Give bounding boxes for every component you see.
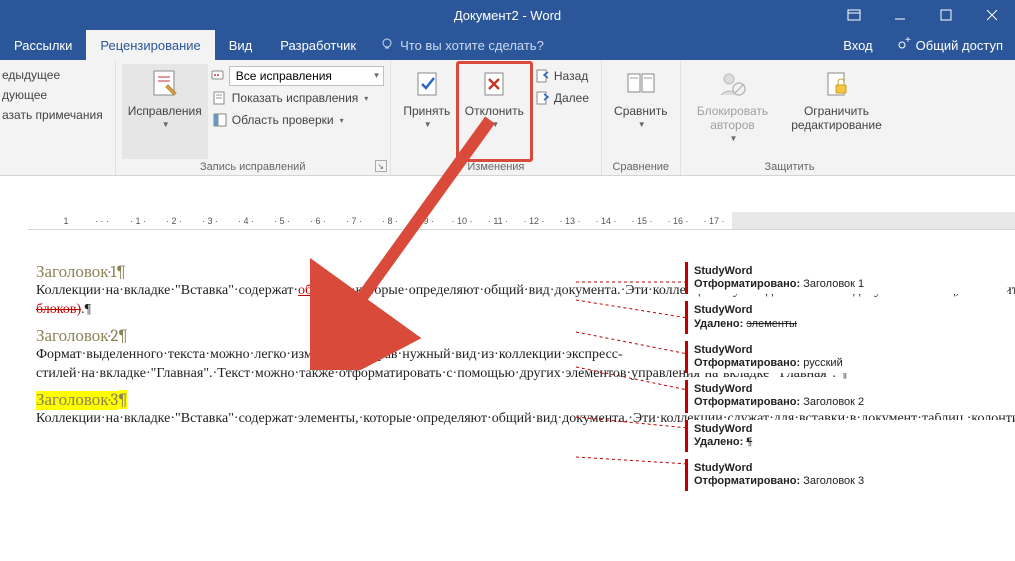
revision-item[interactable]: StudyWordОтформатировано: Заголовок 2 xyxy=(685,380,1007,412)
previous-comment[interactable]: едыдущее xyxy=(0,66,109,84)
window-controls xyxy=(831,0,1015,30)
bulb-icon xyxy=(380,37,394,54)
change-forward[interactable]: Далее xyxy=(532,88,595,108)
track-changes-button[interactable]: Исправления ▼ xyxy=(122,64,208,159)
title-bar: Документ2 - Word xyxy=(0,0,1015,30)
reject-icon xyxy=(476,66,512,102)
ribbon-tabs: Рассылки Рецензирование Вид Разработчик … xyxy=(0,30,1015,60)
tab-developer[interactable]: Разработчик xyxy=(266,30,370,60)
revision-item[interactable]: StudyWordОтформатировано: русский xyxy=(685,341,1007,373)
revision-item[interactable]: StudyWordОтформатировано: Заголовок 1 xyxy=(685,262,1007,294)
markup-icon xyxy=(212,90,228,106)
chevron-down-icon: ▼ xyxy=(638,120,646,129)
maximize-icon[interactable] xyxy=(923,0,969,30)
chevron-down-icon: ▼ xyxy=(424,120,432,129)
window-title: Документ2 - Word xyxy=(454,8,561,23)
compare-button[interactable]: Сравнить ▼ xyxy=(608,64,673,159)
next-comment[interactable]: дующее xyxy=(0,86,109,104)
document-page[interactable]: Заголовок·1¶ Коллекции·на·вкладке·"Встав… xyxy=(28,232,576,561)
chevron-down-icon: ▼ xyxy=(491,120,499,129)
block-authors-icon xyxy=(715,66,751,102)
revision-item[interactable]: StudyWordУдалено: элементы xyxy=(685,301,1007,333)
reviewing-pane[interactable]: Область проверки ▾ xyxy=(210,110,384,130)
group-tracking: Исправления ▼ Все исправления Показать и… xyxy=(116,60,391,175)
chevron-down-icon: ▼ xyxy=(162,120,170,129)
ribbon-body: едыдущее дующее азать примечания Исправл… xyxy=(0,60,1015,176)
tab-links[interactable]: Рассылки xyxy=(0,30,86,60)
ribbon-display-icon[interactable] xyxy=(831,0,877,30)
track-changes-icon xyxy=(147,66,183,102)
chevron-down-icon: ▾ xyxy=(364,94,368,103)
sign-in[interactable]: Вход xyxy=(831,30,884,60)
tab-view[interactable]: Вид xyxy=(215,30,267,60)
block-authors-button: Блокировать авторов ▼ xyxy=(687,64,779,159)
ruler-area: 1· · ·· 1 ·· 2 ·· 3 ·· 4 ·· 5 ·· 6 ·· 7 … xyxy=(0,176,1015,230)
horizontal-ruler[interactable]: 1· · ·· 1 ·· 2 ·· 3 ·· 4 ·· 5 ·· 6 ·· 7 … xyxy=(28,212,1015,230)
restrict-icon xyxy=(819,66,855,102)
group-compare: Сравнить ▼ Сравнение xyxy=(602,60,680,175)
revision-item[interactable]: StudyWordУдалено: ¶ xyxy=(685,420,1007,452)
dialog-launcher-icon[interactable]: ↘ xyxy=(375,160,387,172)
balloon-icon xyxy=(210,68,226,84)
close-icon[interactable] xyxy=(969,0,1015,30)
compare-icon xyxy=(623,66,659,102)
accept-button[interactable]: Принять ▼ xyxy=(397,64,457,159)
group-label-compare: Сравнение xyxy=(608,159,673,173)
change-back[interactable]: Назад xyxy=(532,66,595,86)
share-button[interactable]: + Общий доступ xyxy=(885,30,1015,60)
doc-back-icon xyxy=(534,68,550,84)
revisions-pane: StudyWordОтформатировано: Заголовок 1 Stu… xyxy=(685,232,1007,561)
restrict-editing-button[interactable]: Ограничить редактирование xyxy=(781,64,893,159)
tell-me[interactable]: Что вы хотите сделать? xyxy=(370,30,554,60)
revision-item[interactable]: StudyWordОтформатировано: Заголовок 3 xyxy=(685,459,1007,491)
group-protect: Блокировать авторов ▼ Ограничить редакти… xyxy=(681,60,899,175)
group-changes: Принять ▼ Отклонить ▼ Назад xyxy=(391,60,602,175)
svg-text:+: + xyxy=(905,37,911,46)
chevron-down-icon: ▼ xyxy=(730,134,738,143)
display-for-review[interactable]: Все исправления xyxy=(229,66,384,86)
show-comments[interactable]: азать примечания xyxy=(0,106,109,124)
group-label-tracking: Запись исправлений xyxy=(122,159,384,173)
doc-forward-icon xyxy=(534,90,550,106)
group-label-changes: Изменения xyxy=(397,159,595,173)
document-area: Заголовок·1¶ Коллекции·на·вкладке·"Встав… xyxy=(0,232,1007,561)
show-markup[interactable]: Показать исправления ▾ xyxy=(210,88,384,108)
tab-review[interactable]: Рецензирование xyxy=(86,30,214,60)
group-comments: едыдущее дующее азать примечания xyxy=(0,60,116,175)
reject-button[interactable]: Отклонить ▼ xyxy=(456,61,533,162)
accept-icon xyxy=(409,66,445,102)
chevron-down-icon: ▾ xyxy=(340,116,344,125)
pane-icon xyxy=(212,112,228,128)
minimize-icon[interactable] xyxy=(877,0,923,30)
group-label-protect: Защитить xyxy=(687,159,893,173)
share-icon: + xyxy=(897,37,911,54)
